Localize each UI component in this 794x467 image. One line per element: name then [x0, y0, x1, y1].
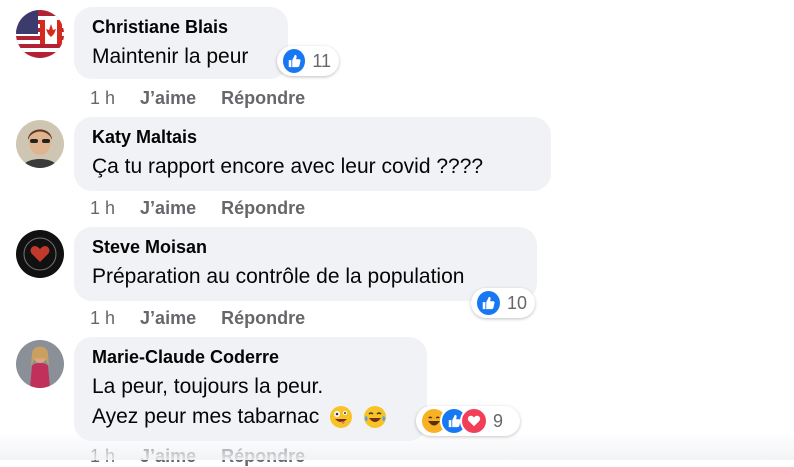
profile-photo-icon	[16, 340, 64, 388]
like-icon	[475, 289, 502, 317]
author-name[interactable]: Marie-Claude Coderre	[92, 347, 279, 368]
logo-avatar-icon	[16, 230, 64, 278]
reply-button[interactable]: Répondre	[221, 88, 305, 109]
scroll-fade	[0, 432, 794, 460]
comment-bubble: Katy Maltais Ça tu rapport encore avec l…	[74, 117, 551, 191]
author-name[interactable]: Christiane Blais	[92, 17, 228, 38]
comment-bubble: Marie-Claude Coderre La peur, toujours l…	[74, 337, 427, 441]
crazy-face-emoji-icon	[330, 406, 353, 429]
author-name[interactable]: Steve Moisan	[92, 237, 207, 258]
timestamp[interactable]: 1 h	[90, 308, 115, 329]
flag-avatar-icon	[16, 10, 64, 58]
reaction-count: 11	[312, 50, 331, 71]
reaction-summary[interactable]: 11	[277, 46, 339, 76]
comment-bubble: Steve Moisan Préparation au contrôle de …	[74, 227, 537, 301]
love-icon	[460, 407, 488, 435]
comment-actions: 1 h J’aime Répondre	[90, 88, 325, 109]
reaction-count: 10	[506, 292, 527, 313]
comment-text: Ayez peur mes tabarnac	[92, 405, 320, 428]
comment-actions: 1 h J’aime Répondre	[90, 308, 325, 329]
author-name[interactable]: Katy Maltais	[92, 127, 197, 148]
like-button[interactable]: J’aime	[140, 308, 196, 329]
comment-bubble: Christiane Blais Maintenir la peur	[74, 7, 288, 79]
tears-of-joy-emoji-icon	[363, 406, 386, 429]
avatar[interactable]	[16, 230, 64, 278]
reaction-count: 9	[493, 410, 504, 431]
comment-text: Préparation au contrôle de la population	[92, 265, 465, 288]
comment-text-line-2: Ayez peur mes tabarnac	[92, 403, 387, 431]
avatar[interactable]	[16, 120, 64, 168]
timestamp[interactable]: 1 h	[90, 88, 115, 109]
comment-text-line-1: La peur, toujours la peur.	[92, 375, 324, 398]
comment-text: Maintenir la peur	[92, 45, 249, 68]
comment-actions: 1 h J’aime Répondre	[90, 198, 325, 219]
like-icon	[281, 47, 308, 75]
avatar[interactable]	[16, 10, 64, 58]
timestamp[interactable]: 1 h	[90, 198, 115, 219]
comment-text: Ça tu rapport encore avec leur covid ???…	[92, 155, 484, 178]
reply-button[interactable]: Répondre	[221, 198, 305, 219]
like-button[interactable]: J’aime	[140, 198, 196, 219]
reply-button[interactable]: Répondre	[221, 308, 305, 329]
avatar[interactable]	[16, 340, 64, 388]
profile-photo-icon	[16, 120, 64, 168]
reaction-summary[interactable]: 10	[471, 288, 535, 318]
like-button[interactable]: J’aime	[140, 88, 196, 109]
